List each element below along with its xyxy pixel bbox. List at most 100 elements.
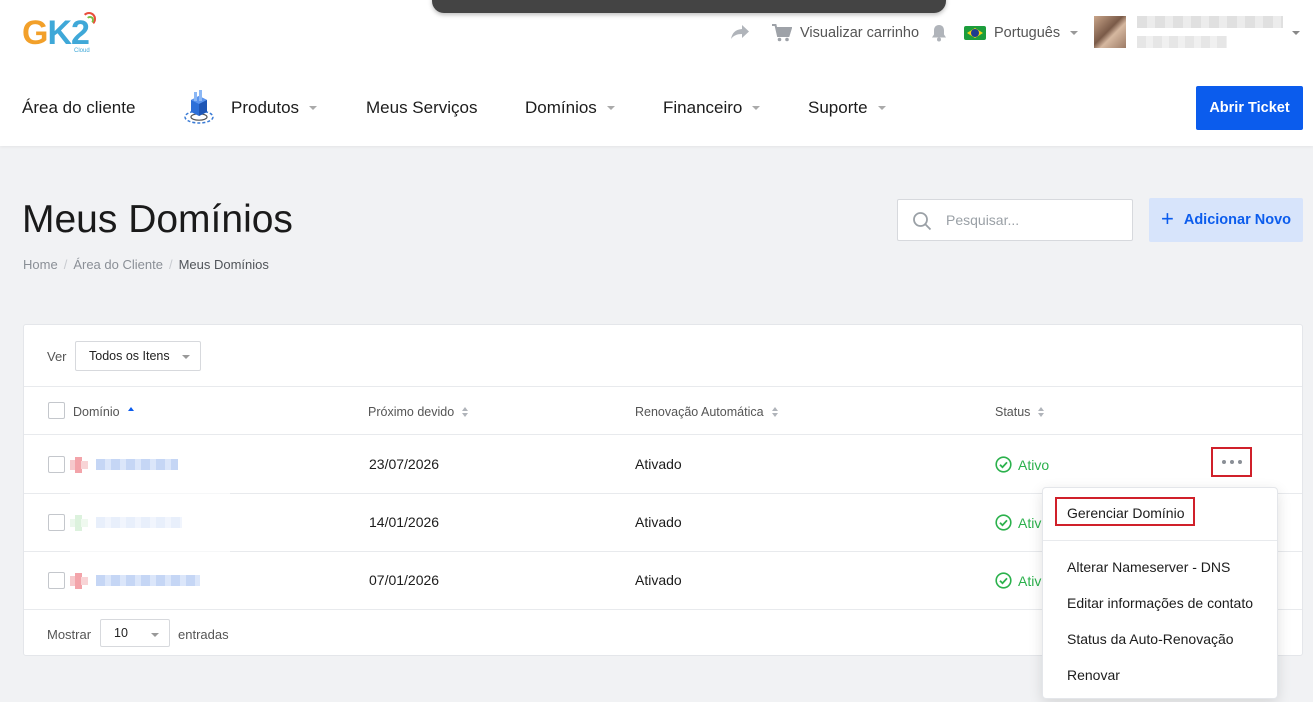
domain-name-redacted[interactable] bbox=[96, 459, 178, 470]
table-row[interactable]: 23/07/2026 Ativado Ativo bbox=[24, 436, 1302, 494]
dot bbox=[1237, 460, 1242, 464]
nav-client-area[interactable]: Área do cliente bbox=[22, 96, 135, 120]
filter-label: Ver bbox=[47, 349, 67, 364]
user-name-redacted[interactable] bbox=[1137, 16, 1283, 28]
dot bbox=[1221, 460, 1226, 464]
chevron-down-icon bbox=[1070, 31, 1079, 35]
menu-divider bbox=[1043, 540, 1277, 541]
breadcrumb: Home / Área do Cliente / Meus Domínios bbox=[23, 257, 269, 272]
view-cart-link[interactable]: Visualizar carrinho bbox=[772, 22, 919, 44]
column-label: Renovação Automática bbox=[635, 405, 764, 419]
column-header-due[interactable]: Próximo devido bbox=[368, 405, 469, 419]
menu-item-auto-renew-status[interactable]: Status da Auto-Renovação bbox=[1067, 631, 1234, 647]
chevron-down-icon bbox=[182, 355, 190, 359]
breadcrumb-client-area[interactable]: Área do Cliente bbox=[73, 257, 163, 272]
chevron-down-icon bbox=[309, 106, 318, 110]
sort-icon bbox=[1038, 407, 1045, 417]
user-menu-chevron-icon[interactable] bbox=[1292, 31, 1300, 35]
share-icon[interactable] bbox=[730, 24, 750, 45]
page-title: Meus Domínios bbox=[22, 198, 293, 241]
auto-renew-value: Ativado bbox=[635, 514, 682, 530]
view-cart-label: Visualizar carrinho bbox=[800, 25, 920, 41]
check-circle-icon bbox=[995, 572, 1012, 589]
nav-label: Produtos bbox=[231, 98, 300, 117]
nav-label: Suporte bbox=[808, 98, 868, 117]
domain-favicon-redacted bbox=[70, 573, 88, 589]
nav-label: Meus Serviços bbox=[366, 98, 478, 117]
search-input[interactable] bbox=[946, 200, 1126, 240]
nav-billing[interactable]: Financeiro bbox=[663, 96, 761, 120]
due-date: 23/07/2026 bbox=[369, 456, 440, 472]
nav-products[interactable]: Produtos bbox=[231, 96, 318, 120]
user-email-redacted bbox=[1137, 36, 1227, 48]
status-badge: Ativo bbox=[995, 572, 1049, 589]
gk2-logo[interactable]: GK2 Cloud bbox=[22, 12, 102, 56]
brazil-flag-icon bbox=[964, 26, 986, 40]
column-label: Domínio bbox=[73, 405, 120, 419]
products-icon bbox=[184, 90, 214, 124]
filter-value: Todos os Itens bbox=[89, 349, 170, 363]
nav-support[interactable]: Suporte bbox=[808, 96, 886, 120]
redaction-overlay bbox=[70, 490, 230, 552]
column-label: Próximo devido bbox=[368, 405, 455, 419]
row-actions-button[interactable] bbox=[1211, 447, 1252, 477]
menu-item-edit-contact[interactable]: Editar informações de contato bbox=[1067, 595, 1253, 611]
breadcrumb-current: Meus Domínios bbox=[178, 257, 269, 272]
dot bbox=[1229, 460, 1234, 464]
nav-label: Financeiro bbox=[663, 98, 743, 117]
search-box[interactable] bbox=[897, 199, 1133, 241]
column-header-domain[interactable]: Domínio bbox=[73, 405, 134, 419]
entries-label: entradas bbox=[178, 627, 229, 642]
column-header-status[interactable]: Status bbox=[995, 405, 1045, 419]
plus-icon: + bbox=[1160, 206, 1174, 231]
breadcrumb-home[interactable]: Home bbox=[23, 257, 58, 272]
chevron-down-icon bbox=[606, 106, 615, 110]
menu-item-manage-domain[interactable]: Gerenciar Domínio bbox=[1055, 497, 1195, 526]
filter-select[interactable]: Todos os Itens bbox=[75, 341, 201, 371]
page-length-value: 10 bbox=[114, 626, 128, 640]
browser-overlay-bar bbox=[432, 0, 946, 13]
nav-label: Domínios bbox=[525, 98, 597, 117]
sort-icon bbox=[771, 407, 778, 417]
site-header: GK2 Cloud Visualizar carrinho Português … bbox=[0, 0, 1313, 146]
nav-domains[interactable]: Domínios bbox=[525, 96, 615, 120]
row-checkbox[interactable] bbox=[48, 514, 65, 531]
nav-my-services[interactable]: Meus Serviços bbox=[366, 96, 477, 120]
row-actions-menu: Gerenciar Domínio Alterar Nameserver - D… bbox=[1042, 487, 1278, 699]
select-all-checkbox[interactable] bbox=[48, 402, 65, 419]
breadcrumb-separator: / bbox=[168, 257, 173, 272]
search-icon bbox=[913, 212, 932, 231]
due-date: 14/01/2026 bbox=[369, 514, 440, 530]
breadcrumb-separator: / bbox=[63, 257, 68, 272]
language-selector[interactable]: Português bbox=[964, 22, 1079, 44]
column-header-auto-renew[interactable]: Renovação Automática bbox=[635, 405, 778, 419]
add-new-button[interactable]: + Adicionar Novo bbox=[1149, 198, 1303, 242]
due-date: 07/01/2026 bbox=[369, 572, 440, 588]
menu-item-renew[interactable]: Renovar bbox=[1067, 667, 1120, 683]
status-badge: Ativo bbox=[995, 456, 1049, 473]
sort-icon bbox=[462, 407, 469, 417]
status-badge: Ativo bbox=[995, 514, 1049, 531]
domain-name-redacted[interactable] bbox=[96, 575, 200, 586]
menu-item-change-nameservers[interactable]: Alterar Nameserver - DNS bbox=[1067, 559, 1230, 575]
page-length-select[interactable]: 10 bbox=[100, 619, 170, 647]
cart-icon bbox=[772, 24, 792, 42]
check-circle-icon bbox=[995, 456, 1012, 473]
logo-subtitle: Cloud bbox=[74, 48, 90, 54]
add-new-label: Adicionar Novo bbox=[1183, 212, 1291, 228]
chevron-down-icon bbox=[151, 633, 159, 637]
auto-renew-value: Ativado bbox=[635, 572, 682, 588]
chevron-down-icon bbox=[877, 106, 886, 110]
open-ticket-button[interactable]: Abrir Ticket bbox=[1196, 86, 1303, 130]
chevron-down-icon bbox=[752, 106, 761, 110]
avatar[interactable] bbox=[1094, 16, 1126, 48]
row-checkbox[interactable] bbox=[48, 572, 65, 589]
sort-asc-icon bbox=[127, 407, 134, 417]
domain-favicon-redacted bbox=[70, 457, 88, 473]
row-checkbox[interactable] bbox=[48, 456, 65, 473]
auto-renew-value: Ativado bbox=[635, 456, 682, 472]
nav-label: Área do cliente bbox=[22, 98, 136, 117]
bell-icon[interactable] bbox=[931, 24, 947, 47]
table-header: Domínio Próximo devido Renovação Automát… bbox=[24, 387, 1302, 435]
show-label: Mostrar bbox=[47, 627, 92, 642]
